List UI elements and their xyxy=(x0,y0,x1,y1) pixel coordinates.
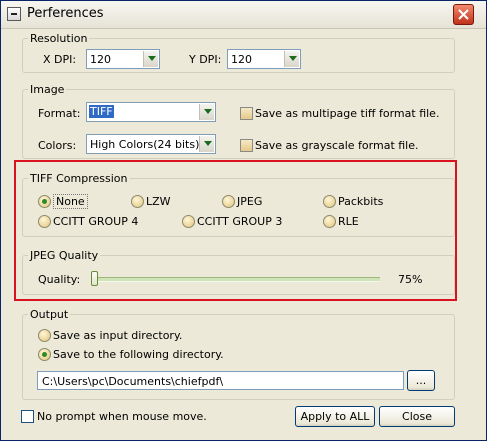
multipage-checkbox[interactable] xyxy=(240,107,253,120)
chevron-down-icon[interactable] xyxy=(143,51,158,67)
colors-select[interactable]: High Colors(24 bits) xyxy=(86,134,216,154)
ydpi-select[interactable]: 120 xyxy=(227,49,301,69)
format-value: TIFF xyxy=(89,105,114,118)
no-prompt-label: No prompt when mouse move. xyxy=(37,410,207,423)
resolution-legend: Resolution xyxy=(30,32,88,45)
system-menu-icon[interactable] xyxy=(7,7,21,21)
chevron-down-icon[interactable] xyxy=(199,136,214,152)
multipage-label: Save as multipage tiff format file. xyxy=(255,107,440,120)
chevron-down-icon[interactable] xyxy=(284,51,299,67)
ydpi-label: Y DPI: xyxy=(189,53,222,66)
xdpi-value: 120 xyxy=(90,53,111,66)
xdpi-select[interactable]: 120 xyxy=(86,49,160,69)
close-window-button[interactable] xyxy=(453,4,474,25)
image-legend: Image xyxy=(30,83,65,96)
radio-input-directory[interactable] xyxy=(38,329,51,342)
radio-following-directory[interactable] xyxy=(38,348,51,361)
colors-label: Colors: xyxy=(38,139,77,152)
output-directory-value: C:\Users\pc\Documents\chiefpdf\ xyxy=(42,375,224,388)
output-legend: Output xyxy=(30,308,69,321)
close-icon xyxy=(458,9,469,20)
highlight-box xyxy=(14,160,457,301)
chevron-down-icon[interactable] xyxy=(199,104,214,120)
grayscale-checkbox[interactable] xyxy=(240,139,253,152)
radio-input-directory-label: Save as input directory. xyxy=(53,329,183,342)
xdpi-label: X DPI: xyxy=(43,53,77,66)
grayscale-label: Save as grayscale format file. xyxy=(255,139,419,152)
preferences-dialog: Perferences Resolution X DPI: 120 Y DPI:… xyxy=(0,0,487,441)
ydpi-value: 120 xyxy=(231,53,252,66)
browse-button[interactable]: ... xyxy=(407,370,435,391)
output-directory-field[interactable]: C:\Users\pc\Documents\chiefpdf\ xyxy=(37,371,404,390)
colors-value: High Colors(24 bits) xyxy=(90,138,200,151)
window-title: Perferences xyxy=(27,6,104,21)
title-bar[interactable]: Perferences xyxy=(1,1,486,29)
format-select[interactable]: TIFF xyxy=(86,102,216,122)
no-prompt-checkbox[interactable] xyxy=(21,410,34,423)
apply-to-all-button[interactable]: Apply to ALL xyxy=(295,406,375,427)
close-button[interactable]: Close xyxy=(379,406,455,427)
radio-following-directory-label: Save to the following directory. xyxy=(53,348,224,361)
format-label: Format: xyxy=(38,107,81,120)
